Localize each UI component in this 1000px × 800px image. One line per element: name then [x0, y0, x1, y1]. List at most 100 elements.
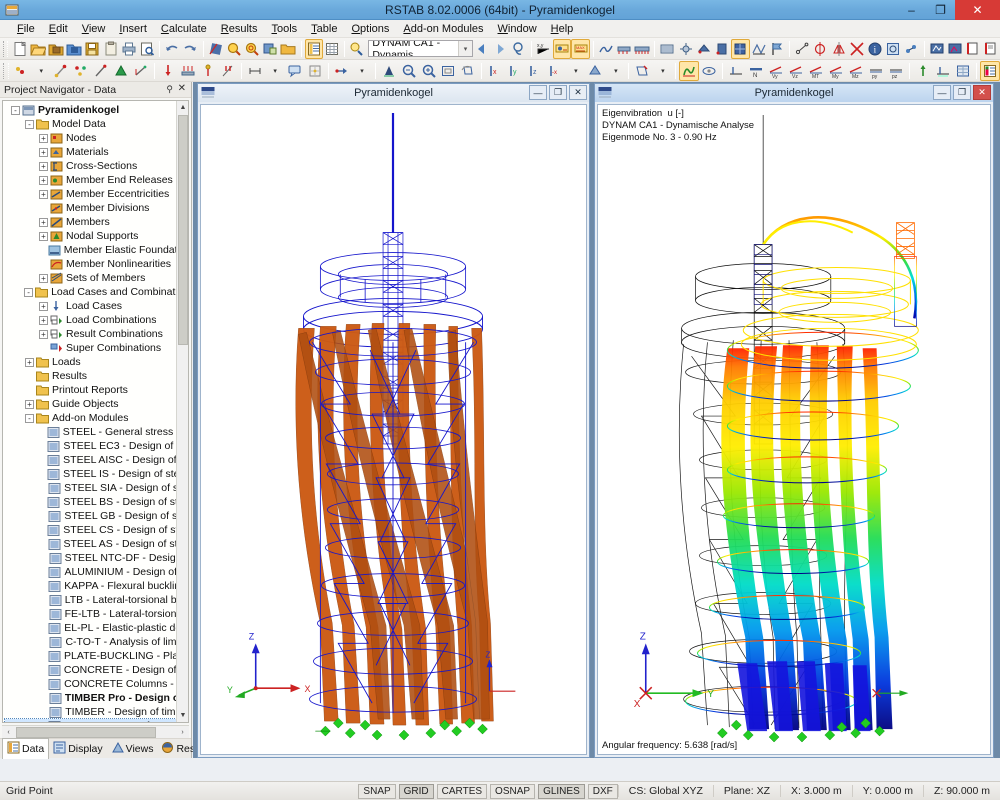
collapse-toggle-icon[interactable]: - [25, 414, 34, 423]
expand-toggle-icon[interactable]: + [25, 358, 34, 367]
member-results-icon[interactable] [597, 39, 615, 59]
model-view-window-right[interactable]: Pyramidenkogel — ❐ ✕ [594, 83, 994, 758]
rotate-view-icon[interactable] [458, 61, 478, 81]
tree-item[interactable]: Results [5, 369, 188, 383]
close-icon[interactable]: ✕ [178, 83, 186, 94]
scroll-right-arrow[interactable]: › [176, 726, 189, 739]
nodal-load-icon[interactable] [158, 61, 178, 81]
status-toggle-cartes[interactable]: CARTES [437, 784, 487, 799]
table-grid-icon[interactable] [323, 39, 341, 59]
previous-case-button[interactable] [473, 39, 491, 59]
tree-item[interactable]: +Member Eccentricities [5, 187, 188, 201]
render-solid-icon[interactable] [379, 61, 399, 81]
status-toggle-snap[interactable]: SNAP [358, 784, 395, 799]
generate-surface-icon[interactable] [658, 39, 676, 59]
scroll-down-arrow[interactable]: ▼ [177, 709, 189, 722]
tree-item[interactable]: STEEL GB - Design of steel [5, 509, 188, 523]
next-case-button[interactable] [491, 39, 509, 59]
menu-edit[interactable]: Edit [42, 22, 75, 36]
tree-item[interactable]: STEEL AS - Design of steel r [5, 537, 188, 551]
result-py-icon[interactable]: py [866, 61, 886, 81]
measure-icon[interactable] [793, 39, 811, 59]
chevron-down-icon[interactable]: ▾ [458, 41, 472, 56]
new-node-icon[interactable] [51, 61, 71, 81]
tree-item[interactable]: KAPPA - Flexural buckling a [5, 579, 188, 593]
tree-item[interactable]: STEEL CS - Design of steel r [5, 523, 188, 537]
tree-item[interactable]: +Loads [5, 355, 188, 369]
result-table-icon[interactable] [953, 61, 973, 81]
mesh-settings-icon[interactable] [677, 39, 695, 59]
tree-item[interactable]: DYNAM - Dynamic analysi [5, 719, 188, 723]
printout-report-icon[interactable] [982, 39, 1000, 59]
status-toggle-dxf[interactable]: DXF [588, 784, 618, 799]
tree-item[interactable]: STEEL EC3 - Design of steel [5, 439, 188, 453]
center-of-gravity-icon[interactable] [811, 39, 829, 59]
undo-icon[interactable] [163, 39, 181, 59]
menu-table[interactable]: Table [304, 22, 344, 36]
menu-add-on-modules[interactable]: Add-on Modules [396, 22, 490, 36]
zoom-out-icon[interactable] [419, 61, 439, 81]
result-mt-icon[interactable]: MT [806, 61, 826, 81]
move-copy-icon[interactable] [332, 61, 352, 81]
zoom-all-icon[interactable] [243, 39, 261, 59]
save-icon[interactable] [83, 39, 101, 59]
result-vy-icon[interactable]: Vy [766, 61, 786, 81]
navigator-tab-display[interactable]: Display [49, 739, 106, 759]
tree-item[interactable]: +Nodal Supports [5, 229, 188, 243]
print-preview-icon[interactable] [138, 39, 156, 59]
expand-toggle-icon[interactable]: + [39, 274, 48, 283]
zoom-in-icon[interactable] [225, 39, 243, 59]
tree-item[interactable]: Printout Reports [5, 383, 188, 397]
support-forces-icon[interactable] [615, 39, 633, 59]
result-n-icon[interactable]: N [746, 61, 766, 81]
result-diagram-2-icon[interactable] [946, 39, 964, 59]
model-view-2-icon[interactable] [713, 39, 731, 59]
view-minimize-button[interactable]: — [933, 85, 951, 100]
expand-toggle-icon[interactable]: + [39, 176, 48, 185]
scroll-up-arrow[interactable]: ▲ [177, 101, 189, 114]
tree-item[interactable]: Super Combinations [5, 341, 188, 355]
tree-item[interactable]: -Pyramidenkogel [5, 103, 188, 117]
view-y-icon[interactable]: y [505, 61, 525, 81]
view-orbit-dropdown-icon[interactable]: ▾ [652, 61, 672, 81]
status-toggle-osnap[interactable]: OSNAP [490, 784, 535, 799]
menu-tools[interactable]: Tools [264, 22, 304, 36]
new-section-icon[interactable] [131, 61, 151, 81]
tree-item[interactable]: LTB - Lateral-torsional buck [5, 593, 188, 607]
toolbar-grip[interactable] [3, 41, 8, 57]
tree-item[interactable]: EL-PL - Elastic-plastic desig [5, 621, 188, 635]
tree-item[interactable]: STEEL BS - Design of steel r [5, 495, 188, 509]
menu-window[interactable]: Window [491, 22, 544, 36]
view-minimize-button[interactable]: — [529, 85, 547, 100]
links-icon[interactable] [902, 39, 920, 59]
tree-item[interactable]: TIMBER Pro - Design of ti [5, 691, 188, 705]
navigator-tab-views[interactable]: Views [107, 739, 158, 759]
tree-item[interactable]: STEEL NTC-DF - Design of [5, 551, 188, 565]
support-forces-all-icon[interactable] [633, 39, 651, 59]
model-view-1-icon[interactable] [695, 39, 713, 59]
minimize-button[interactable]: – [897, 0, 926, 20]
load-case-icon[interactable] [348, 39, 366, 59]
tree-item[interactable]: +Members [5, 215, 188, 229]
model-3d-canvas-right[interactable]: Z Y X Eigenvibration u [-]DYNAM CA1 - Dy… [597, 104, 991, 755]
pin-icon[interactable]: ⚲ [166, 84, 173, 95]
tree-item[interactable]: +Cross-Sections [5, 159, 188, 173]
dimension-icon[interactable] [245, 61, 265, 81]
render-model-icon[interactable] [207, 39, 225, 59]
menu-view[interactable]: View [75, 22, 113, 36]
expand-toggle-icon[interactable]: + [39, 162, 48, 171]
new-support-icon[interactable] [111, 61, 131, 81]
view-close-button[interactable]: ✕ [569, 85, 587, 100]
tree-item[interactable]: +Materials [5, 145, 188, 159]
tree-item[interactable]: Member Nonlinearities [5, 257, 188, 271]
expand-toggle-icon[interactable]: + [39, 148, 48, 157]
collapse-toggle-icon[interactable]: - [11, 106, 20, 115]
expand-toggle-icon[interactable]: + [39, 316, 48, 325]
open-project-icon[interactable] [47, 39, 65, 59]
result-vz-icon[interactable]: Vz [786, 61, 806, 81]
node-numbering-icon[interactable]: x,y [535, 39, 553, 59]
tree-item[interactable]: CONCRETE - Design of con [5, 663, 188, 677]
view-z-icon[interactable]: z [525, 61, 545, 81]
select-dropdown-icon[interactable]: ▾ [31, 61, 51, 81]
result-axial-icon[interactable] [726, 61, 746, 81]
